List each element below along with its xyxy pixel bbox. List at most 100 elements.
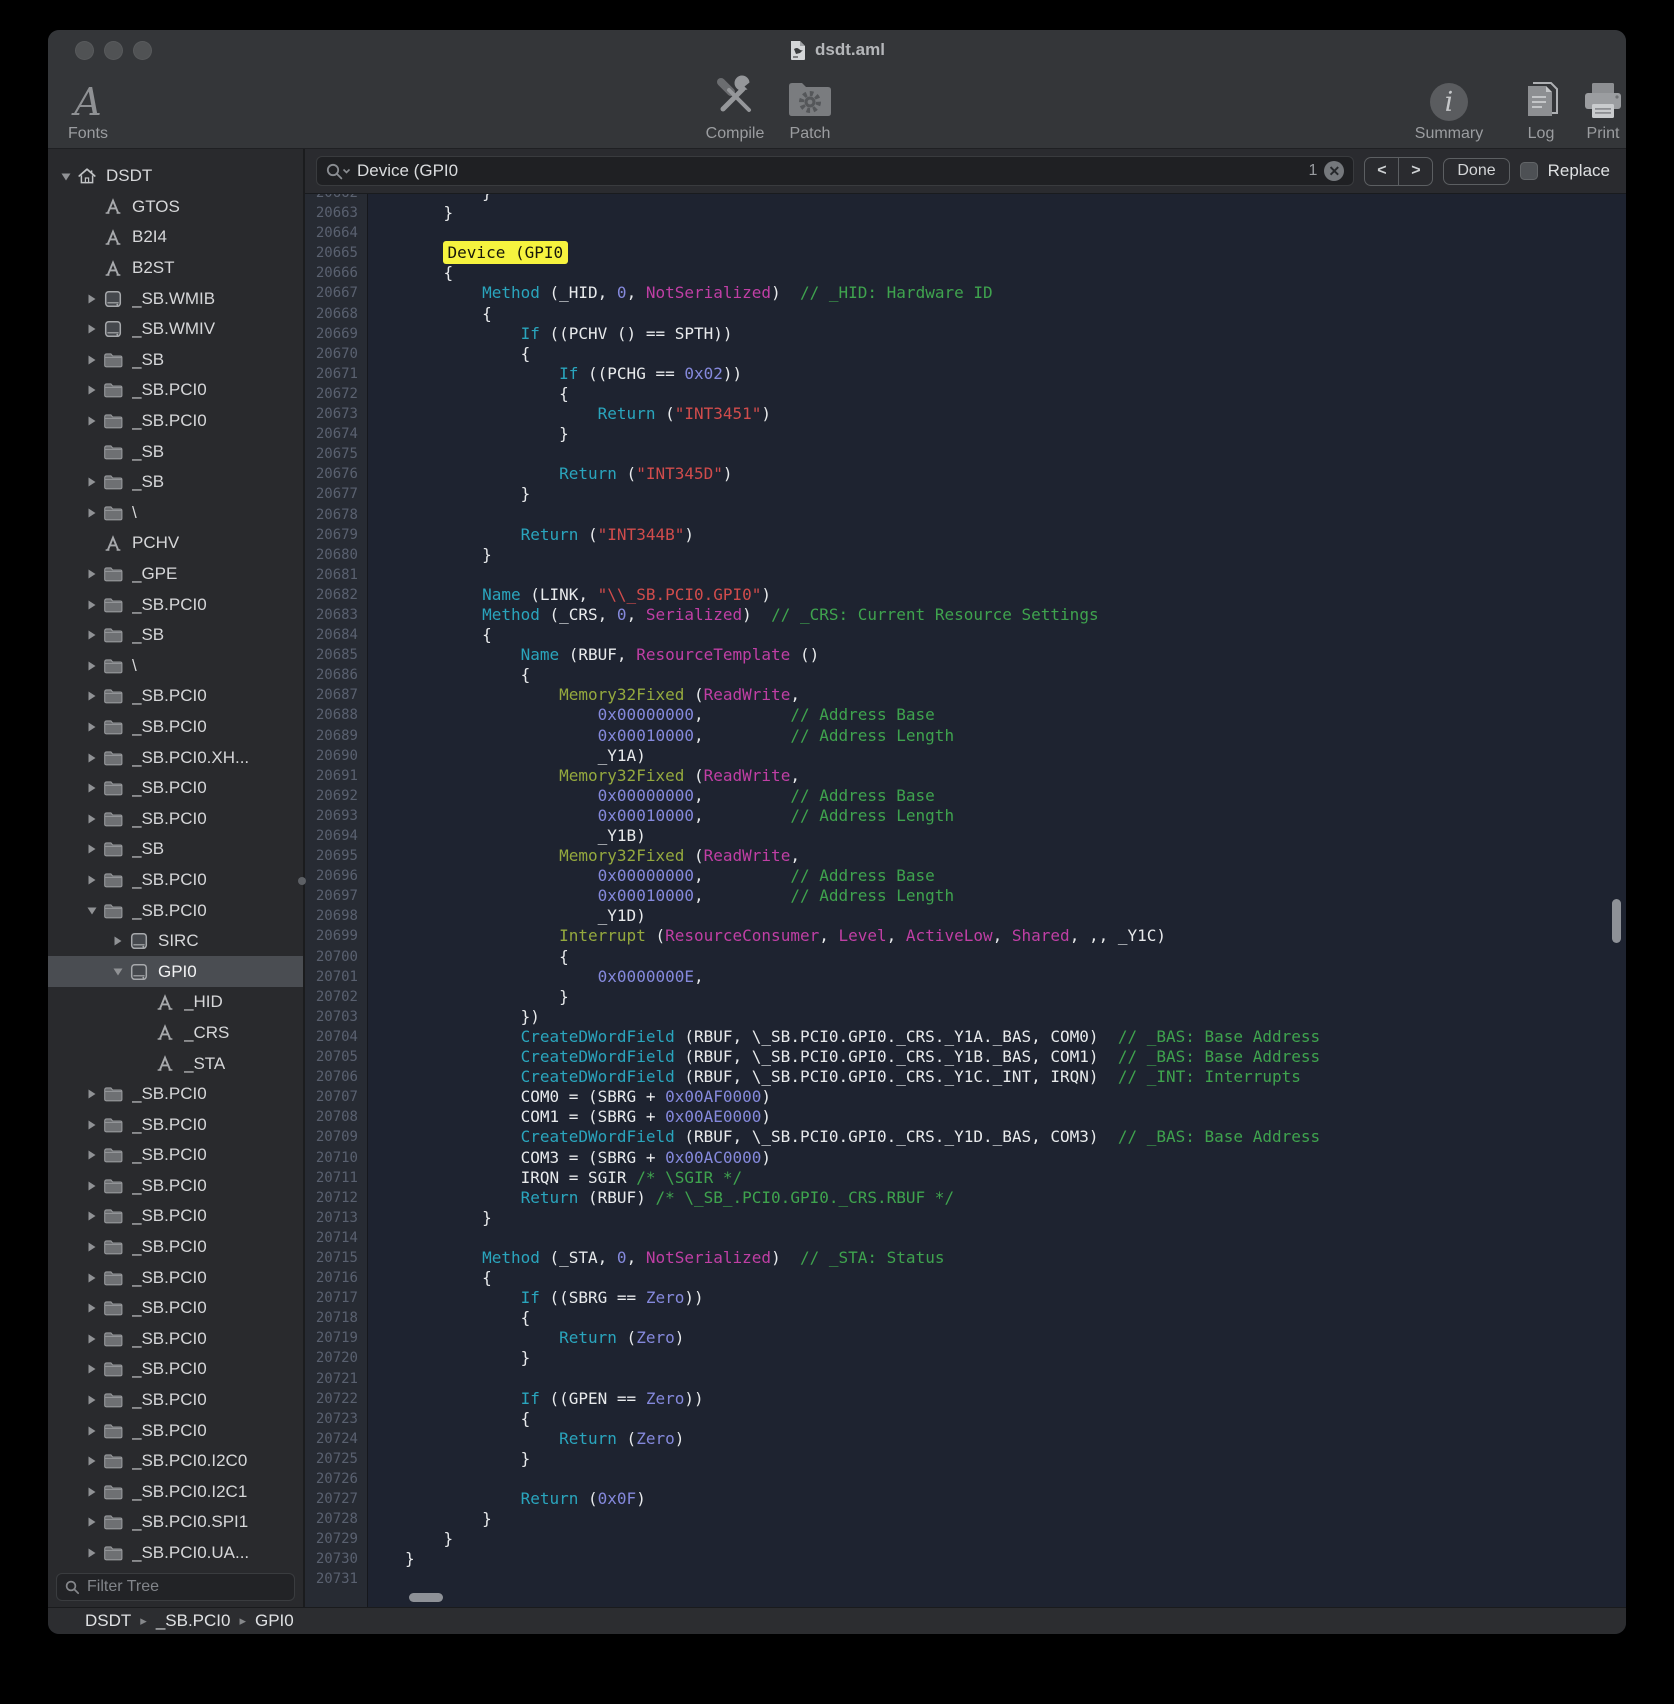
- tree-row-sbpci0[interactable]: _SB.PCI0: [48, 895, 303, 926]
- tree-row-sbpci0[interactable]: _SB.PCI0: [48, 1262, 303, 1293]
- tree-row-pchv[interactable]: PCHV: [48, 528, 303, 559]
- find-previous-button[interactable]: <: [1365, 158, 1398, 185]
- summary-button[interactable]: i Summary: [1401, 72, 1497, 143]
- tree-row-sbpci0xh[interactable]: _SB.PCI0.XH...: [48, 742, 303, 773]
- tree-row-sbpci0ua[interactable]: _SB.PCI0.UA...: [48, 1538, 303, 1569]
- code-editor[interactable]: 20662 }20663 }2066420665 Device (GPI0206…: [305, 194, 1626, 1607]
- disclosure-right-icon[interactable]: [84, 721, 99, 733]
- find-input[interactable]: Device (GPI0 1 ✕: [316, 156, 1354, 186]
- disclosure-right-icon[interactable]: [84, 1241, 99, 1253]
- tree-row-sbpci0[interactable]: _SB.PCI0: [48, 589, 303, 620]
- disclosure-right-icon[interactable]: [84, 1088, 99, 1100]
- tree-row-sbpci0[interactable]: _SB.PCI0: [48, 773, 303, 804]
- tree-row-sbpci0i2c0[interactable]: _SB.PCI0.I2C0: [48, 1446, 303, 1477]
- disclosure-right-icon[interactable]: [84, 323, 99, 335]
- tree-row-sbpci0[interactable]: _SB.PCI0: [48, 1324, 303, 1355]
- minimize-window-button[interactable]: [104, 41, 123, 60]
- tree-row-sbpci0[interactable]: _SB.PCI0: [48, 1415, 303, 1446]
- disclosure-right-icon[interactable]: [84, 629, 99, 641]
- disclosure-down-icon[interactable]: [84, 905, 99, 916]
- disclosure-right-icon[interactable]: [84, 782, 99, 794]
- disclosure-right-icon[interactable]: [84, 1119, 99, 1131]
- disclosure-down-icon[interactable]: [58, 171, 73, 182]
- disclosure-right-icon[interactable]: [84, 660, 99, 672]
- disclosure-right-icon[interactable]: [84, 415, 99, 427]
- disclosure-right-icon[interactable]: [84, 1272, 99, 1284]
- tree-row-sbpci0[interactable]: _SB.PCI0: [48, 681, 303, 712]
- tree-row-gpi0[interactable]: GPI0: [48, 956, 303, 987]
- tree-row-sbpci0[interactable]: _SB.PCI0: [48, 406, 303, 437]
- tree-row-gtos[interactable]: GTOS: [48, 192, 303, 223]
- disclosure-right-icon[interactable]: [84, 599, 99, 611]
- find-next-button[interactable]: >: [1398, 158, 1432, 185]
- disclosure-right-icon[interactable]: [84, 384, 99, 396]
- disclosure-right-icon[interactable]: [84, 1333, 99, 1345]
- tree-row-sirc[interactable]: SIRC: [48, 926, 303, 957]
- tree-row-sbpci0[interactable]: _SB.PCI0: [48, 1109, 303, 1140]
- disclosure-right-icon[interactable]: [84, 568, 99, 580]
- tree-row-crs[interactable]: _CRS: [48, 1018, 303, 1049]
- print-button[interactable]: Print: [1555, 72, 1626, 143]
- tree-row-[interactable]: \: [48, 498, 303, 529]
- tree-row-sbpci0i2c1[interactable]: _SB.PCI0.I2C1: [48, 1477, 303, 1508]
- tree-row-sbpci0[interactable]: _SB.PCI0: [48, 1385, 303, 1416]
- horizontal-scrollbar[interactable]: [409, 1593, 443, 1602]
- replace-checkbox[interactable]: [1520, 162, 1538, 180]
- disclosure-right-icon[interactable]: [84, 476, 99, 488]
- tree-row-sbpci0[interactable]: _SB.PCI0: [48, 712, 303, 743]
- tree-row-gpe[interactable]: _GPE: [48, 559, 303, 590]
- disclosure-right-icon[interactable]: [84, 1302, 99, 1314]
- disclosure-right-icon[interactable]: [84, 843, 99, 855]
- disclosure-right-icon[interactable]: [84, 1516, 99, 1528]
- tree-row-sb[interactable]: _SB: [48, 436, 303, 467]
- disclosure-down-icon[interactable]: [110, 966, 125, 977]
- tree-row-sbpci0[interactable]: _SB.PCI0: [48, 865, 303, 896]
- tree-row-sbpci0[interactable]: _SB.PCI0: [48, 375, 303, 406]
- done-button[interactable]: Done: [1443, 158, 1509, 185]
- tree-row-sbwmiv[interactable]: _SB.WMIV: [48, 314, 303, 345]
- tree-row-sbpci0spi1[interactable]: _SB.PCI0.SPI1: [48, 1507, 303, 1538]
- close-window-button[interactable]: [75, 41, 94, 60]
- tree-row-[interactable]: \: [48, 651, 303, 682]
- disclosure-right-icon[interactable]: [110, 935, 125, 947]
- tree-row-sta[interactable]: _STA: [48, 1048, 303, 1079]
- disclosure-right-icon[interactable]: [84, 1363, 99, 1375]
- tree-row-sbpci0[interactable]: _SB.PCI0: [48, 803, 303, 834]
- disclosure-right-icon[interactable]: [84, 293, 99, 305]
- tree-row-b2st[interactable]: B2ST: [48, 253, 303, 284]
- tree-row-sbpci0[interactable]: _SB.PCI0: [48, 1140, 303, 1171]
- tree-row-dsdt[interactable]: DSDT: [48, 161, 303, 192]
- disclosure-right-icon[interactable]: [84, 507, 99, 519]
- tree-row-sbpci0[interactable]: _SB.PCI0: [48, 1171, 303, 1202]
- disclosure-right-icon[interactable]: [84, 354, 99, 366]
- splitter-handle[interactable]: [298, 877, 306, 885]
- tree-row-sb[interactable]: _SB: [48, 467, 303, 498]
- tree-row-sb[interactable]: _SB: [48, 620, 303, 651]
- disclosure-right-icon[interactable]: [84, 874, 99, 886]
- disclosure-right-icon[interactable]: [84, 1425, 99, 1437]
- vertical-scrollbar[interactable]: [1612, 899, 1621, 943]
- breadcrumb-item-gpi0[interactable]: GPI0: [255, 1611, 294, 1631]
- tree-row-hid[interactable]: _HID: [48, 987, 303, 1018]
- tree-row-b2i4[interactable]: B2I4: [48, 222, 303, 253]
- breadcrumb-item-dsdt[interactable]: DSDT: [85, 1611, 131, 1631]
- clear-search-icon[interactable]: ✕: [1324, 161, 1344, 181]
- zoom-window-button[interactable]: [133, 41, 152, 60]
- disclosure-right-icon[interactable]: [84, 813, 99, 825]
- disclosure-right-icon[interactable]: [84, 690, 99, 702]
- breadcrumb-item-sbpci0[interactable]: _SB.PCI0: [156, 1611, 231, 1631]
- disclosure-right-icon[interactable]: [84, 1394, 99, 1406]
- tree-row-sbpci0[interactable]: _SB.PCI0: [48, 1201, 303, 1232]
- tree-row-sbpci0[interactable]: _SB.PCI0: [48, 1232, 303, 1263]
- tree-row-sbpci0[interactable]: _SB.PCI0: [48, 1354, 303, 1385]
- disclosure-right-icon[interactable]: [84, 1210, 99, 1222]
- disclosure-right-icon[interactable]: [84, 1149, 99, 1161]
- disclosure-right-icon[interactable]: [84, 1486, 99, 1498]
- tree-row-sbwmib[interactable]: _SB.WMIB: [48, 283, 303, 314]
- disclosure-right-icon[interactable]: [84, 1180, 99, 1192]
- disclosure-right-icon[interactable]: [84, 1547, 99, 1559]
- disclosure-right-icon[interactable]: [84, 752, 99, 764]
- fonts-button[interactable]: A Fonts: [48, 72, 136, 143]
- tree-row-sb[interactable]: _SB: [48, 834, 303, 865]
- patch-button[interactable]: Patch: [762, 72, 858, 143]
